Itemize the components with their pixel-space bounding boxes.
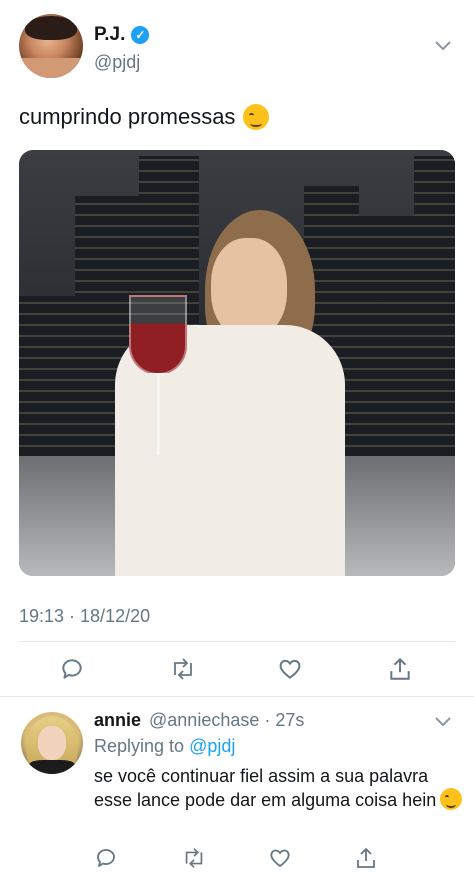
tweet-timestamp[interactable]: 19:13 · 18/12/20	[19, 606, 150, 627]
reply-text-content: se você continuar fiel assim a sua palav…	[94, 766, 437, 810]
tweet-text: cumprindo promessas	[19, 104, 270, 130]
wink-emoji-icon	[243, 104, 270, 130]
reply-menu-chevron-down-icon[interactable]	[434, 712, 452, 733]
reply-header: annie @anniechase · 27s	[94, 710, 304, 731]
photo-building	[414, 156, 455, 456]
reply-author-meta[interactable]: @anniechase · 27s	[149, 710, 304, 731]
retweet-icon[interactable]	[169, 656, 197, 687]
author-name-row[interactable]: P.J. ✓	[94, 24, 150, 46]
avatar-clothing	[29, 760, 75, 774]
reply-reply-icon[interactable]	[94, 846, 118, 875]
author-display-name[interactable]: P.J.	[94, 24, 125, 46]
reply-author-avatar[interactable]	[21, 712, 83, 774]
author-avatar[interactable]	[19, 14, 83, 78]
tweet-text-content: cumprindo promessas	[19, 104, 236, 129]
author-handle[interactable]: @pjdj	[94, 52, 140, 73]
divider	[19, 641, 455, 642]
replying-prefix: Replying to	[94, 736, 185, 756]
reply-text: se você continuar fiel assim a sua palav…	[94, 764, 464, 812]
reply-like-icon[interactable]	[268, 846, 292, 875]
tweet-menu-chevron-down-icon[interactable]	[434, 36, 452, 57]
reply-icon[interactable]	[59, 656, 85, 687]
photo-wine-glass	[129, 295, 187, 375]
avatar-hair	[25, 16, 77, 40]
replying-to-link[interactable]: @pjdj	[189, 736, 235, 756]
smirk-emoji-icon	[440, 788, 463, 810]
replying-to-line: Replying to @pjdj	[94, 736, 235, 757]
avatar-body	[19, 58, 83, 78]
tweet-reply-divider	[0, 696, 474, 697]
photo-person-face	[211, 238, 287, 338]
verified-badge-icon: ✓	[131, 26, 150, 44]
share-icon[interactable]	[387, 656, 413, 687]
photo-building	[357, 216, 417, 456]
reply-author-name[interactable]: annie	[94, 710, 141, 731]
reply-retweet-icon[interactable]	[181, 846, 207, 875]
reply-share-icon[interactable]	[354, 846, 378, 875]
tweet-photo[interactable]	[19, 150, 455, 576]
like-icon[interactable]	[277, 656, 303, 687]
avatar-face	[38, 726, 66, 760]
photo-glass-stem	[157, 375, 160, 455]
